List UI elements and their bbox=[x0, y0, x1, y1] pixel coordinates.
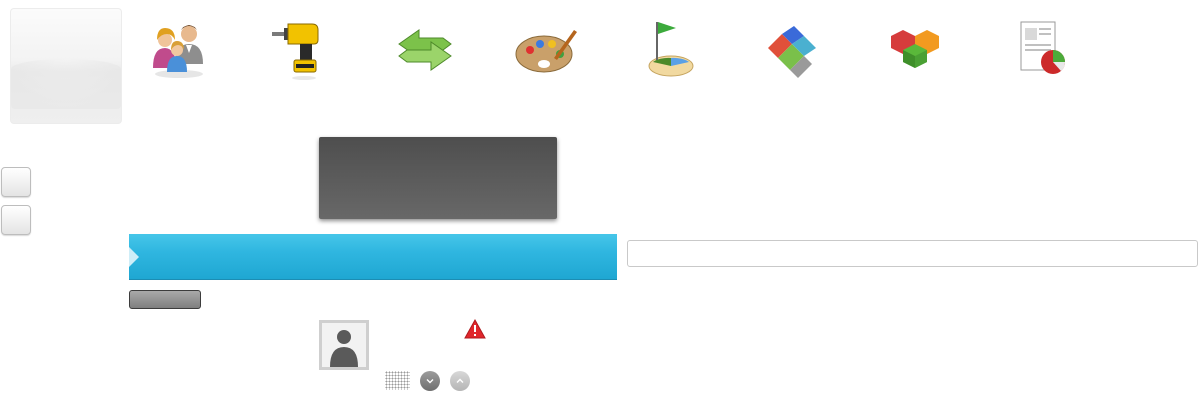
palette-icon[interactable] bbox=[514, 18, 578, 98]
blue-header-bar[interactable] bbox=[129, 234, 617, 280]
chevron-up-button[interactable] bbox=[450, 371, 470, 391]
logo-shine bbox=[11, 59, 121, 109]
sync-arrows-icon[interactable] bbox=[393, 18, 457, 98]
drill-icon[interactable] bbox=[266, 18, 330, 98]
side-button-1[interactable] bbox=[1, 167, 31, 197]
chevron-down-button[interactable] bbox=[420, 371, 440, 391]
chevron-up-icon bbox=[456, 378, 464, 383]
logo-panel bbox=[10, 8, 122, 124]
users-icon[interactable] bbox=[147, 18, 211, 98]
expand-arrow-icon[interactable] bbox=[129, 247, 139, 267]
blocks-icon[interactable] bbox=[760, 18, 824, 98]
gray-button[interactable] bbox=[129, 290, 201, 309]
cubes-icon[interactable] bbox=[883, 18, 947, 98]
drag-handle[interactable] bbox=[385, 371, 410, 390]
warning-icon bbox=[464, 318, 486, 339]
report-icon[interactable] bbox=[1011, 18, 1075, 98]
side-button-2[interactable] bbox=[1, 205, 31, 235]
golf-flag-icon[interactable] bbox=[639, 18, 703, 98]
chevron-down-icon bbox=[426, 379, 434, 384]
search-input[interactable] bbox=[627, 240, 1198, 267]
dark-panel bbox=[319, 137, 557, 219]
user-silhouette-icon bbox=[330, 330, 358, 367]
avatar[interactable] bbox=[319, 320, 369, 370]
